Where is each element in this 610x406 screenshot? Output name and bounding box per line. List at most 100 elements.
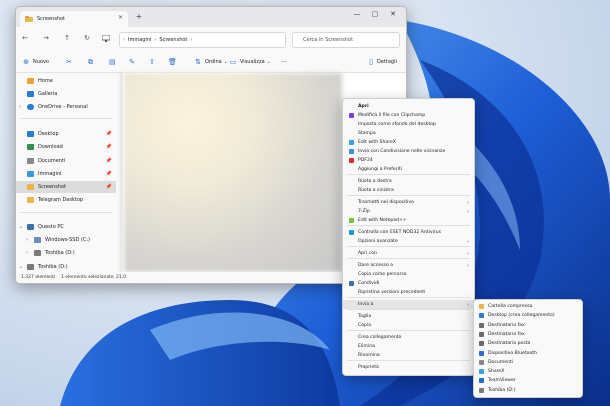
nav-item-immagini[interactable]: Immagini 📌 bbox=[16, 168, 116, 180]
pin-icon[interactable]: 📌 bbox=[106, 144, 112, 150]
context-menu-item[interactable]: PDF24 bbox=[343, 156, 474, 165]
submenu-item-label: Destinatario fax bbox=[488, 331, 525, 337]
chevron-right-icon: › bbox=[467, 199, 469, 206]
breadcrumb[interactable]: › Immagini › Screenshot › bbox=[119, 32, 286, 48]
cut-icon[interactable]: ✂ bbox=[66, 56, 76, 68]
delete-icon[interactable]: 🗑 bbox=[168, 56, 178, 68]
back-icon[interactable]: ← bbox=[20, 34, 30, 42]
context-menu-item[interactable]: Opzioni avanzate › bbox=[343, 237, 474, 246]
submenu-item[interactable]: Desktop (crea collegamento) bbox=[474, 311, 582, 320]
nav-item-screenshot[interactable]: Screenshot 📌 bbox=[16, 181, 116, 193]
pin-icon[interactable]: 📌 bbox=[106, 171, 112, 177]
context-menu-item[interactable]: Invia con Condivisione nelle vicinanze bbox=[343, 147, 474, 156]
submenu-item[interactable]: Destinatario posta bbox=[474, 339, 582, 348]
pin-icon[interactable]: 📌 bbox=[106, 158, 112, 164]
context-menu-item[interactable]: Ruota a sinistra bbox=[343, 186, 474, 195]
context-menu-item[interactable]: Ripristina versioni precedenti bbox=[343, 288, 474, 297]
pin-icon[interactable]: 📌 bbox=[106, 131, 112, 137]
submenu-item[interactable]: Toshiba (D:) bbox=[474, 386, 582, 395]
maximize-icon[interactable]: ▢ bbox=[368, 10, 382, 18]
forward-icon[interactable]: → bbox=[41, 34, 51, 42]
details-button[interactable]: ▯ Dettagli bbox=[366, 56, 397, 68]
context-menu-item[interactable]: Taglia bbox=[343, 312, 474, 321]
chevron-down-icon[interactable]: ⌄ bbox=[19, 264, 23, 270]
context-menu-item[interactable]: Imposta come sfondo del desktop bbox=[343, 120, 474, 129]
submenu-item-icon bbox=[479, 304, 484, 309]
chevron-right-icon[interactable]: › bbox=[19, 104, 21, 110]
drive-icon bbox=[34, 237, 41, 243]
menu-item-label: Proprietà bbox=[358, 365, 379, 370]
copy-icon[interactable]: ⧉ bbox=[88, 56, 98, 68]
context-menu-item[interactable]: Modifica il file con Clipchamp bbox=[343, 111, 474, 120]
context-menu-item[interactable]: Ruota a destra bbox=[343, 177, 474, 186]
menu-item-label: Taglia bbox=[358, 314, 372, 319]
context-menu-item[interactable]: Crea collegamento bbox=[343, 333, 474, 342]
context-menu-item[interactable]: Dare accesso a › bbox=[343, 261, 474, 270]
tab-screenshot[interactable]: Screenshot × bbox=[20, 11, 128, 27]
breadcrumb-immagini[interactable]: Immagini bbox=[128, 37, 151, 43]
item-count: 1.327 elementi bbox=[21, 275, 56, 280]
new-tab-button[interactable]: + bbox=[133, 12, 145, 21]
chevron-down-icon[interactable]: ⌄ bbox=[19, 224, 23, 230]
up-icon[interactable]: ↑ bbox=[62, 34, 72, 42]
close-tab-icon[interactable]: × bbox=[118, 14, 123, 21]
nav-item-gallery[interactable]: Galleria bbox=[16, 88, 116, 100]
nav-item-home[interactable]: Home bbox=[16, 75, 116, 87]
more-options-button[interactable]: ··· bbox=[281, 56, 287, 68]
nav-item-telegram[interactable]: Telegram Desktop bbox=[16, 194, 116, 206]
submenu-item[interactable]: Destinatario fax bbox=[474, 321, 582, 330]
context-menu-item[interactable]: Apri con › bbox=[343, 249, 474, 258]
submenu-item[interactable]: TeamViewer bbox=[474, 376, 582, 385]
share-icon[interactable]: ⇪ bbox=[149, 56, 159, 68]
context-menu-item[interactable]: Invia a › bbox=[343, 300, 474, 309]
context-menu-item[interactable]: Aggiungi a Preferiti bbox=[343, 165, 474, 174]
context-menu-item[interactable]: Proprietà bbox=[343, 363, 474, 372]
submenu-item[interactable]: Documenti bbox=[474, 358, 582, 367]
context-menu-item[interactable]: 7-Zip › bbox=[343, 207, 474, 216]
documents-icon bbox=[27, 158, 34, 164]
nav-item-onedrive[interactable]: › OneDrive - Personal bbox=[16, 101, 116, 113]
context-menu-item[interactable]: Copia come percorso bbox=[343, 270, 474, 279]
chevron-right-icon[interactable]: › bbox=[26, 250, 28, 256]
submenu-item[interactable]: Cartella compressa bbox=[474, 302, 582, 311]
blurred-thumbnail bbox=[124, 73, 342, 272]
pin-icon[interactable]: 📌 bbox=[106, 184, 112, 190]
context-menu-item[interactable]: Edit with ShareX bbox=[343, 138, 474, 147]
paste-icon[interactable]: ▤ bbox=[109, 56, 119, 68]
menu-item-label: Apri bbox=[358, 104, 369, 109]
monitor-icon[interactable] bbox=[102, 35, 110, 42]
new-button[interactable]: ⊕ Nuovo bbox=[21, 56, 49, 68]
context-menu-item[interactable]: Stampa bbox=[343, 129, 474, 138]
context-menu-item[interactable]: Edit with Notepad++ bbox=[343, 216, 474, 225]
minimize-icon[interactable]: — bbox=[350, 10, 364, 18]
context-menu-item[interactable]: Elimina bbox=[343, 342, 474, 351]
context-menu-item[interactable]: Condividi bbox=[343, 279, 474, 288]
submenu-item[interactable]: Destinatario fax bbox=[474, 330, 582, 339]
submenu-item-label: Toshiba (D:) bbox=[488, 387, 516, 393]
submenu-item[interactable]: ShareX bbox=[474, 367, 582, 376]
context-menu-item[interactable]: Copia bbox=[343, 321, 474, 330]
rename-icon[interactable]: ✎ bbox=[129, 56, 139, 68]
context-menu-item[interactable]: Apri bbox=[343, 102, 474, 111]
nav-item-desktop[interactable]: Desktop 📌 bbox=[16, 128, 116, 140]
nav-item-download[interactable]: Download 📌 bbox=[16, 141, 116, 153]
view-button[interactable]: ▭ Visualizza ⌄ bbox=[228, 56, 271, 68]
context-menu-item[interactable]: Trasmetti nel dispositivo › bbox=[343, 198, 474, 207]
context-menu-item[interactable]: Rinomina bbox=[343, 351, 474, 360]
nav-item-toshiba[interactable]: › Toshiba (D:) bbox=[16, 247, 116, 259]
context-menu-item[interactable]: Controlla con ESET NOD32 Antivirus bbox=[343, 228, 474, 237]
nav-item-this-pc[interactable]: ⌄ Questo PC bbox=[16, 221, 116, 233]
close-window-icon[interactable]: ✕ bbox=[386, 10, 400, 18]
menu-item-icon bbox=[349, 230, 354, 235]
search-input[interactable]: Cerca in Screenshot bbox=[292, 32, 400, 48]
nav-item-windows-ssd[interactable]: › Windows-SSD (C:) bbox=[16, 234, 116, 246]
refresh-icon[interactable]: ↻ bbox=[82, 34, 92, 42]
sort-button[interactable]: ⇅ Ordina ⌄ bbox=[193, 56, 228, 68]
breadcrumb-screenshot[interactable]: Screenshot bbox=[159, 37, 187, 43]
nav-item-documenti[interactable]: Documenti 📌 bbox=[16, 155, 116, 167]
chevron-right-icon[interactable]: › bbox=[26, 237, 28, 243]
scrollbar[interactable] bbox=[120, 73, 123, 272]
menu-item-icon bbox=[349, 113, 354, 118]
submenu-item[interactable]: Dispositivo Bluetooth bbox=[474, 349, 582, 358]
chevron-down-icon: ⌄ bbox=[266, 59, 271, 65]
